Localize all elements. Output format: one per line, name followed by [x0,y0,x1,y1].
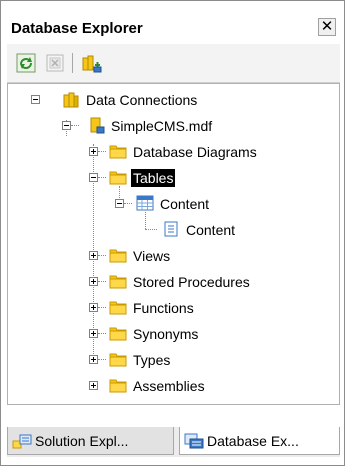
node-label: Content [186,222,236,238]
tree-node-assemblies[interactable]: Assemblies [131,376,207,396]
folder-icon [109,247,127,263]
data-connections-icon [62,92,80,108]
tree-node-views[interactable]: Views [131,246,172,266]
stop-icon[interactable] [45,53,65,73]
expand-toggle[interactable] [89,251,98,260]
window-title: Database Explorer [11,20,143,37]
connect-to-database-icon[interactable] [80,53,102,73]
server-tree[interactable]: Data Connections SimpleCMS.mdf Database … [7,83,340,405]
tree-node-synonyms[interactable]: Synonyms [131,324,200,344]
tree-connector [98,281,106,282]
node-label: Types [133,352,171,368]
tree-node-functions[interactable]: Functions [131,298,196,318]
node-label: Views [133,248,171,264]
node-label: Synonyms [133,326,199,342]
folder-icon [109,377,127,393]
tree-connector [124,203,132,204]
expand-toggle[interactable] [89,329,98,338]
toolbar-separator [72,53,73,73]
tree-connector [98,359,106,360]
tree-connector [98,177,106,178]
tree-connector [98,151,106,152]
folder-icon [109,169,127,185]
node-label: Assemblies [133,378,205,394]
collapse-toggle[interactable] [31,95,40,104]
collapse-toggle[interactable] [62,121,71,130]
tree-connector [145,229,157,230]
solution-explorer-icon [12,434,32,448]
tree-node-database-diagrams[interactable]: Database Diagrams [131,142,259,162]
tab-solution-explorer[interactable]: Solution Expl... [7,427,174,455]
tree-connector [98,307,106,308]
tree-connector [98,255,106,256]
collapse-toggle[interactable] [115,199,124,208]
tree-node-tables[interactable]: Tables [131,168,176,188]
tree-node-stored-procedures[interactable]: Stored Procedures [131,272,252,292]
expand-toggle[interactable] [89,381,98,390]
database-explorer-icon [184,433,204,448]
node-label: Functions [133,300,194,316]
folder-icon [109,273,127,289]
node-label: Database Diagrams [133,144,257,160]
folder-icon [109,351,127,367]
database-icon [88,117,106,134]
node-label: SimpleCMS.mdf [111,118,213,134]
collapse-toggle[interactable] [89,173,98,182]
tree-node-content-table[interactable]: Content [158,194,211,214]
tab-label: Solution Expl... [35,432,129,449]
tree-node-simplecms-mdf[interactable]: SimpleCMS.mdf [109,116,214,136]
tree-connector [145,212,146,229]
tree-node-types[interactable]: Types [131,350,172,370]
expand-toggle[interactable] [89,277,98,286]
folder-icon [109,143,127,159]
node-label: Stored Procedures [133,274,250,290]
column-icon [162,221,180,237]
expand-toggle[interactable] [89,303,98,312]
expand-toggle[interactable] [89,147,98,156]
title-bar: Database Explorer ✕ [7,16,340,42]
folder-icon [109,325,127,341]
close-button[interactable]: ✕ [318,18,336,36]
tab-label: Database Ex... [207,432,299,449]
toolbar [7,44,340,83]
panel-tabs: Solution Expl... Database Ex... [7,427,340,457]
refresh-icon[interactable] [16,53,36,73]
tab-database-explorer[interactable]: Database Ex... [179,427,340,455]
tree-connector [98,333,106,334]
node-label: Tables [131,169,176,187]
node-label: Content [160,196,210,212]
database-explorer-window: Database Explorer ✕ Data Connections Sim… [0,0,345,466]
tree-connector [71,125,79,126]
folder-icon [109,299,127,315]
tree-node-content-column[interactable]: Content [184,220,237,240]
tree-node-data-connections[interactable]: Data Connections [84,90,199,110]
table-icon [136,195,154,211]
node-label: Data Connections [86,92,198,108]
expand-toggle[interactable] [89,355,98,364]
